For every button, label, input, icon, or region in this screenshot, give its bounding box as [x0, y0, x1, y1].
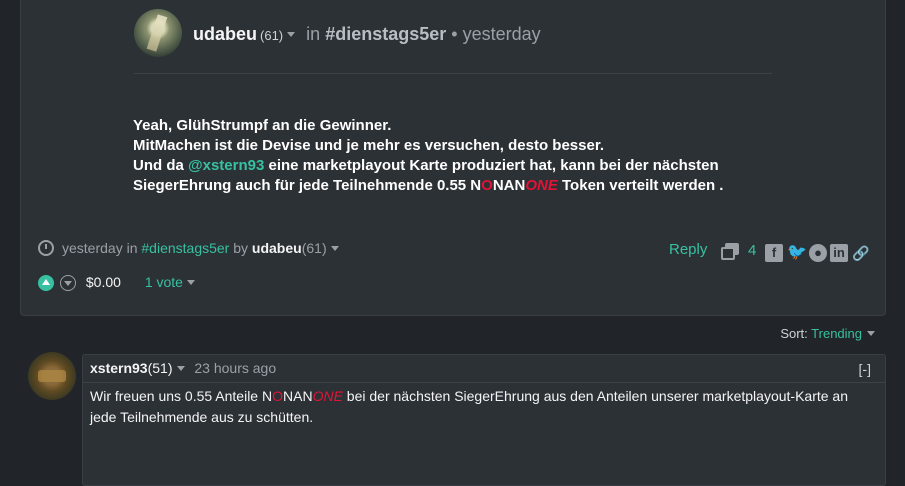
- meta-reputation: (61): [301, 240, 327, 256]
- sort-chevron-down-icon[interactable]: [867, 331, 875, 337]
- body-line-3-pre: Und da: [133, 157, 188, 174]
- mention-link[interactable]: @xstern93: [188, 157, 264, 174]
- comment-token-o: O: [272, 388, 283, 404]
- meta-author[interactable]: udabeu: [252, 240, 302, 256]
- comment-body: Wir freuen uns 0.55 Anteile NONANONE bei…: [90, 386, 870, 428]
- body-line-4: SiegerEhrung auch für jede Teilnehmende …: [133, 176, 723, 196]
- comment-header: xstern93(51) 23 hours ago: [90, 360, 276, 376]
- comment-reputation: (51): [147, 360, 173, 376]
- separator-dot: •: [451, 24, 458, 44]
- comment-card: xstern93(51) 23 hours ago [-] Wir freuen…: [82, 354, 886, 486]
- upvote-icon[interactable]: [38, 275, 54, 291]
- linkedin-icon[interactable]: in: [830, 244, 848, 262]
- meta-community-link[interactable]: #dienstags5er: [141, 240, 229, 256]
- facebook-icon[interactable]: f: [765, 244, 783, 262]
- downvote-icon[interactable]: [60, 275, 76, 291]
- meta-in: in: [126, 240, 138, 256]
- comment-token-nan: NAN: [283, 388, 313, 404]
- vote-row: $0.00 1 vote: [38, 274, 201, 291]
- votes-chevron-down-icon[interactable]: [186, 279, 195, 285]
- comment-token-one: ONE: [312, 388, 343, 404]
- comment-author-avatar[interactable]: [28, 352, 76, 400]
- collapse-button[interactable]: [-]: [859, 361, 871, 377]
- votes-count[interactable]: 1 vote: [145, 274, 183, 290]
- body-line-1: Yeah, GlühStrumpf an die Gewinner.: [133, 117, 392, 134]
- comment-author-chevron-down-icon[interactable]: [176, 365, 185, 371]
- post-body: Yeah, GlühStrumpf an die Gewinner. MitMa…: [133, 116, 723, 196]
- author-menu-chevron-down-icon[interactable]: [287, 31, 296, 37]
- twitter-icon[interactable]: 🐦: [787, 244, 807, 262]
- token-o: O: [481, 177, 493, 194]
- sort-label: Sort:: [780, 326, 808, 341]
- clock-icon: [38, 240, 54, 256]
- meta-author-chevron-down-icon[interactable]: [330, 245, 339, 251]
- comment-count[interactable]: 4: [748, 242, 756, 259]
- body-line-4-pre: SiegerEhrung auch für jede Teilnehmende …: [133, 177, 482, 194]
- body-line-3: Und da @xstern93 eine marketplayout Kart…: [133, 156, 723, 176]
- author-avatar[interactable]: [134, 9, 182, 57]
- author-reputation: (61): [260, 28, 284, 43]
- header-divider: [134, 73, 772, 74]
- reply-button[interactable]: Reply: [669, 241, 707, 258]
- body-line-2: MitMachen ist die Devise und je mehr es …: [133, 137, 605, 154]
- reddit-icon[interactable]: ●: [809, 244, 827, 262]
- payout-value[interactable]: $0.00: [86, 274, 121, 290]
- comment-divider: [83, 382, 885, 383]
- community-link[interactable]: #dienstags5er: [325, 24, 446, 44]
- comment-text-pre: Wir freuen uns 0.55 Anteile N: [90, 388, 273, 404]
- meta-by: by: [233, 240, 249, 256]
- in-word: in: [306, 24, 321, 44]
- link-icon[interactable]: 🔗: [852, 244, 870, 262]
- sort-control[interactable]: Sort: Trending: [780, 326, 881, 341]
- sort-value[interactable]: Trending: [811, 326, 862, 341]
- meta-time: yesterday: [62, 240, 123, 256]
- token-nan: NAN: [492, 177, 526, 194]
- comments-icon[interactable]: [721, 243, 739, 260]
- token-one: ONE: [525, 177, 558, 194]
- comment-author[interactable]: xstern93: [90, 360, 148, 376]
- post-time: yesterday: [462, 24, 541, 44]
- post-header: udabeu (61) in #dienstags5er • yesterday: [193, 24, 541, 45]
- author-name[interactable]: udabeu: [193, 24, 257, 44]
- comment-time: 23 hours ago: [194, 360, 277, 376]
- body-line-3-post: eine marketplayout Karte produziert hat,…: [264, 157, 719, 174]
- post-meta: yesterday in #dienstags5er by udabeu(61): [38, 240, 345, 256]
- body-line-4-post: Token verteilt werden .: [557, 177, 724, 194]
